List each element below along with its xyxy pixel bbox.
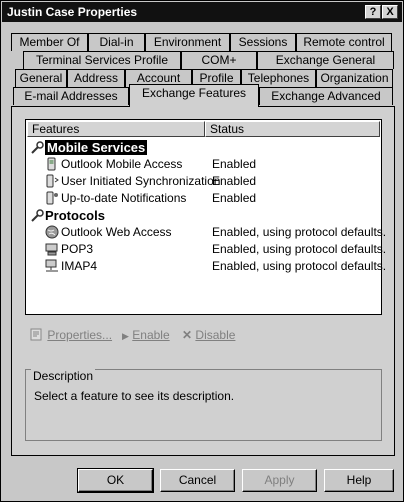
feature-row[interactable]: POP3 Enabled, using protocol defaults. bbox=[26, 241, 386, 258]
feature-row[interactable]: User Initiated Synchronization Enabled bbox=[26, 173, 381, 190]
feature-label: User Initiated Synchronization bbox=[61, 174, 221, 188]
help-button[interactable]: Help bbox=[324, 469, 394, 492]
feature-status: Enabled bbox=[212, 157, 257, 171]
feature-label: Up-to-date Notifications bbox=[61, 191, 187, 205]
disable-label: Disable bbox=[195, 328, 236, 342]
tab-environment[interactable]: Environment bbox=[145, 33, 230, 51]
feature-label: POP3 bbox=[61, 242, 94, 256]
column-header-status[interactable]: Status bbox=[205, 121, 380, 137]
feature-row[interactable]: IMAP4 Enabled, using protocol defaults. bbox=[26, 258, 386, 275]
tab-email-addresses[interactable]: E-mail Addresses bbox=[13, 87, 129, 105]
wrench-icon bbox=[31, 209, 44, 222]
title-bar[interactable]: Justin Case Properties ? X bbox=[2, 2, 402, 22]
disable-x-icon: ✕ bbox=[182, 328, 193, 342]
exchange-features-panel: Features Status Mobile Services Outlook … bbox=[11, 106, 395, 456]
ok-button[interactable]: OK bbox=[77, 468, 154, 493]
feature-label: IMAP4 bbox=[61, 259, 98, 273]
apply-button[interactable]: Apply bbox=[242, 469, 317, 492]
tab-address[interactable]: Address bbox=[67, 69, 125, 87]
tab-exchange-general[interactable]: Exchange General bbox=[257, 51, 394, 69]
description-group: Description Select a feature to see its … bbox=[25, 369, 382, 441]
tab-exchange-features[interactable]: Exchange Features bbox=[129, 84, 259, 107]
computer-icon bbox=[45, 243, 58, 256]
group-mobile-services[interactable]: Mobile Services bbox=[26, 139, 381, 156]
help-title-button[interactable]: ? bbox=[365, 5, 381, 19]
tab-general[interactable]: General bbox=[15, 69, 67, 87]
feature-status: Enabled bbox=[212, 191, 257, 205]
cancel-button[interactable]: Cancel bbox=[160, 469, 235, 492]
properties-button[interactable]: Properties... bbox=[30, 328, 112, 342]
wrench-icon bbox=[31, 141, 44, 154]
feature-label: Outlook Mobile Access bbox=[61, 157, 183, 171]
feature-row[interactable]: Outlook Mobile Access Enabled bbox=[26, 156, 381, 173]
feature-status: Enabled, using protocol defaults. bbox=[212, 242, 387, 256]
enable-arrow-icon: ▶ bbox=[122, 331, 129, 341]
feature-status: Enabled, using protocol defaults. bbox=[212, 225, 387, 239]
disable-button[interactable]: ✕ Disable bbox=[182, 328, 235, 342]
properties-dialog: Justin Case Properties ? X Member Of Dia… bbox=[0, 0, 404, 502]
tab-terminal-services-profile[interactable]: Terminal Services Profile bbox=[23, 51, 181, 69]
group-label: Mobile Services bbox=[45, 140, 148, 155]
features-list[interactable]: Features Status Mobile Services Outlook … bbox=[25, 119, 386, 315]
tab-dial-in[interactable]: Dial-in bbox=[88, 33, 145, 51]
feature-row[interactable]: Up-to-date Notifications Enabled bbox=[26, 190, 381, 207]
tab-sessions[interactable]: Sessions bbox=[230, 33, 296, 51]
tab-organization[interactable]: Organization bbox=[316, 69, 393, 87]
group-protocols[interactable]: Protocols bbox=[26, 207, 381, 224]
feature-label: Outlook Web Access bbox=[61, 225, 172, 239]
properties-icon bbox=[30, 328, 42, 341]
tab-member-of[interactable]: Member Of bbox=[11, 33, 88, 51]
feature-status: Enabled, using protocol defaults. bbox=[212, 259, 387, 273]
feature-row[interactable]: Outlook Web Access Enabled, using protoc… bbox=[26, 224, 386, 241]
mobile-notify-icon bbox=[46, 191, 58, 205]
window-title: Justin Case Properties bbox=[7, 5, 138, 19]
properties-label: Properties... bbox=[47, 328, 113, 342]
globe-icon bbox=[45, 225, 59, 239]
description-text: Select a feature to see its description. bbox=[34, 389, 235, 403]
tab-exchange-advanced[interactable]: Exchange Advanced bbox=[259, 87, 393, 105]
mobile-device-icon bbox=[47, 157, 56, 171]
description-legend: Description bbox=[31, 369, 96, 383]
group-label: Protocols bbox=[45, 208, 105, 223]
enable-label: Enable bbox=[132, 328, 170, 342]
tab-remote-control[interactable]: Remote control bbox=[296, 33, 392, 51]
feature-status: Enabled bbox=[212, 174, 257, 188]
mobile-sync-icon bbox=[46, 174, 59, 188]
network-computer-icon bbox=[45, 259, 58, 272]
column-header-features[interactable]: Features bbox=[27, 121, 205, 137]
enable-button[interactable]: ▶ Enable bbox=[122, 328, 170, 342]
close-button[interactable]: X bbox=[382, 5, 398, 19]
tab-com-plus[interactable]: COM+ bbox=[181, 51, 257, 69]
